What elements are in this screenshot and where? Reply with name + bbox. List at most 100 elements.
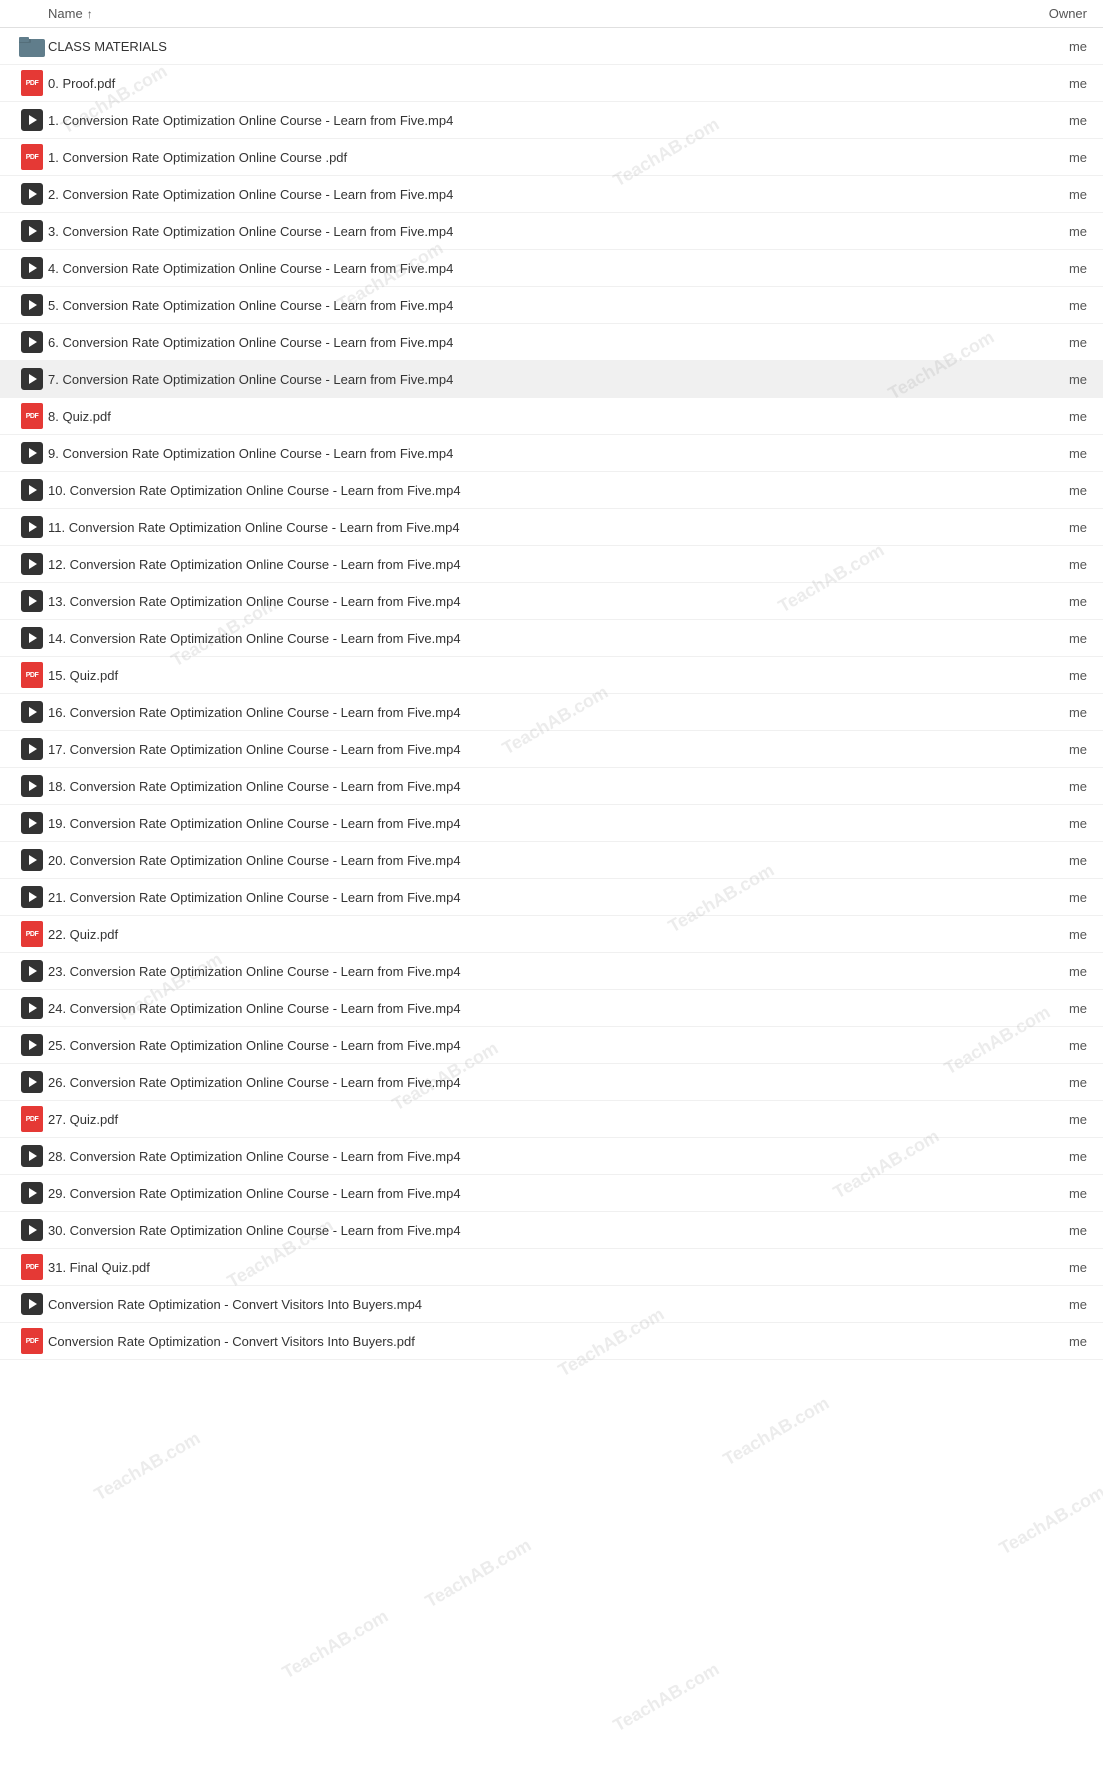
owner-cell: me <box>1007 853 1087 868</box>
list-item[interactable]: 16. Conversion Rate Optimization Online … <box>0 694 1103 731</box>
owner-cell: me <box>1007 39 1087 54</box>
owner-cell: me <box>1007 927 1087 942</box>
file-name: 22. Quiz.pdf <box>48 927 1007 942</box>
list-item[interactable]: CLASS MATERIALSme <box>0 28 1103 65</box>
file-name: 3. Conversion Rate Optimization Online C… <box>48 224 1007 239</box>
owner-cell: me <box>1007 1075 1087 1090</box>
file-name: Conversion Rate Optimization - Convert V… <box>48 1297 1007 1312</box>
pdf-icon: PDF <box>16 1254 48 1280</box>
owner-cell: me <box>1007 1112 1087 1127</box>
list-item[interactable]: 23. Conversion Rate Optimization Online … <box>0 953 1103 990</box>
owner-cell: me <box>1007 1297 1087 1312</box>
header-name[interactable]: Name ↑ <box>48 6 1007 21</box>
owner-cell: me <box>1007 779 1087 794</box>
list-item[interactable]: 28. Conversion Rate Optimization Online … <box>0 1138 1103 1175</box>
video-icon <box>16 960 48 982</box>
list-item[interactable]: 26. Conversion Rate Optimization Online … <box>0 1064 1103 1101</box>
video-icon <box>16 1219 48 1241</box>
header-name-label: Name <box>48 6 83 21</box>
owner-cell: me <box>1007 668 1087 683</box>
list-item[interactable]: 19. Conversion Rate Optimization Online … <box>0 805 1103 842</box>
list-item[interactable]: 13. Conversion Rate Optimization Online … <box>0 583 1103 620</box>
video-icon <box>16 886 48 908</box>
pdf-icon: PDF <box>16 1328 48 1354</box>
list-item[interactable]: 1. Conversion Rate Optimization Online C… <box>0 102 1103 139</box>
list-item[interactable]: 3. Conversion Rate Optimization Online C… <box>0 213 1103 250</box>
file-name: 29. Conversion Rate Optimization Online … <box>48 1186 1007 1201</box>
file-name: 27. Quiz.pdf <box>48 1112 1007 1127</box>
list-item[interactable]: PDF0. Proof.pdfme <box>0 65 1103 102</box>
video-icon <box>16 997 48 1019</box>
list-item[interactable]: 12. Conversion Rate Optimization Online … <box>0 546 1103 583</box>
video-icon <box>16 331 48 353</box>
file-name: 11. Conversion Rate Optimization Online … <box>48 520 1007 535</box>
file-name: 6. Conversion Rate Optimization Online C… <box>48 335 1007 350</box>
file-name: 18. Conversion Rate Optimization Online … <box>48 779 1007 794</box>
list-item[interactable]: 24. Conversion Rate Optimization Online … <box>0 990 1103 1027</box>
list-item[interactable]: 10. Conversion Rate Optimization Online … <box>0 472 1103 509</box>
file-name: 26. Conversion Rate Optimization Online … <box>48 1075 1007 1090</box>
video-icon <box>16 775 48 797</box>
list-item[interactable]: PDF8. Quiz.pdfme <box>0 398 1103 435</box>
pdf-icon: PDF <box>16 662 48 688</box>
file-name: 4. Conversion Rate Optimization Online C… <box>48 261 1007 276</box>
list-item[interactable]: 18. Conversion Rate Optimization Online … <box>0 768 1103 805</box>
list-item[interactable]: 4. Conversion Rate Optimization Online C… <box>0 250 1103 287</box>
list-item[interactable]: 20. Conversion Rate Optimization Online … <box>0 842 1103 879</box>
list-item[interactable]: 2. Conversion Rate Optimization Online C… <box>0 176 1103 213</box>
list-item[interactable]: PDF27. Quiz.pdfme <box>0 1101 1103 1138</box>
list-item[interactable]: 30. Conversion Rate Optimization Online … <box>0 1212 1103 1249</box>
sort-arrow-icon[interactable]: ↑ <box>87 7 93 21</box>
pdf-icon: PDF <box>16 921 48 947</box>
video-icon <box>16 220 48 242</box>
owner-cell: me <box>1007 1038 1087 1053</box>
video-icon <box>16 516 48 538</box>
pdf-icon: PDF <box>16 144 48 170</box>
list-item[interactable]: Conversion Rate Optimization - Convert V… <box>0 1286 1103 1323</box>
pdf-icon: PDF <box>16 1106 48 1132</box>
list-item[interactable]: 11. Conversion Rate Optimization Online … <box>0 509 1103 546</box>
list-item[interactable]: 6. Conversion Rate Optimization Online C… <box>0 324 1103 361</box>
list-item[interactable]: 9. Conversion Rate Optimization Online C… <box>0 435 1103 472</box>
list-item[interactable]: PDF22. Quiz.pdfme <box>0 916 1103 953</box>
list-item[interactable]: 5. Conversion Rate Optimization Online C… <box>0 287 1103 324</box>
file-name: 12. Conversion Rate Optimization Online … <box>48 557 1007 572</box>
list-item[interactable]: 17. Conversion Rate Optimization Online … <box>0 731 1103 768</box>
owner-cell: me <box>1007 1149 1087 1164</box>
video-icon <box>16 368 48 390</box>
list-item[interactable]: PDF1. Conversion Rate Optimization Onlin… <box>0 139 1103 176</box>
owner-cell: me <box>1007 483 1087 498</box>
file-name: 25. Conversion Rate Optimization Online … <box>48 1038 1007 1053</box>
file-name: 19. Conversion Rate Optimization Online … <box>48 816 1007 831</box>
list-item[interactable]: 14. Conversion Rate Optimization Online … <box>0 620 1103 657</box>
file-name: CLASS MATERIALS <box>48 39 1007 54</box>
owner-cell: me <box>1007 742 1087 757</box>
owner-cell: me <box>1007 964 1087 979</box>
owner-cell: me <box>1007 335 1087 350</box>
file-name: 24. Conversion Rate Optimization Online … <box>48 1001 1007 1016</box>
owner-cell: me <box>1007 372 1087 387</box>
owner-cell: me <box>1007 76 1087 91</box>
table-header: Name ↑ Owner <box>0 0 1103 28</box>
file-name: 7. Conversion Rate Optimization Online C… <box>48 372 1007 387</box>
list-item[interactable]: 29. Conversion Rate Optimization Online … <box>0 1175 1103 1212</box>
owner-cell: me <box>1007 520 1087 535</box>
list-item[interactable]: PDFConversion Rate Optimization - Conver… <box>0 1323 1103 1360</box>
owner-cell: me <box>1007 890 1087 905</box>
video-icon <box>16 701 48 723</box>
video-icon <box>16 257 48 279</box>
owner-cell: me <box>1007 816 1087 831</box>
video-icon <box>16 812 48 834</box>
list-item[interactable]: 7. Conversion Rate Optimization Online C… <box>0 361 1103 398</box>
owner-cell: me <box>1007 557 1087 572</box>
file-name: 9. Conversion Rate Optimization Online C… <box>48 446 1007 461</box>
list-item[interactable]: PDF31. Final Quiz.pdfme <box>0 1249 1103 1286</box>
file-name: 14. Conversion Rate Optimization Online … <box>48 631 1007 646</box>
video-icon <box>16 553 48 575</box>
file-name: 31. Final Quiz.pdf <box>48 1260 1007 1275</box>
owner-cell: me <box>1007 1001 1087 1016</box>
list-item[interactable]: PDF15. Quiz.pdfme <box>0 657 1103 694</box>
video-icon <box>16 1145 48 1167</box>
list-item[interactable]: 21. Conversion Rate Optimization Online … <box>0 879 1103 916</box>
list-item[interactable]: 25. Conversion Rate Optimization Online … <box>0 1027 1103 1064</box>
